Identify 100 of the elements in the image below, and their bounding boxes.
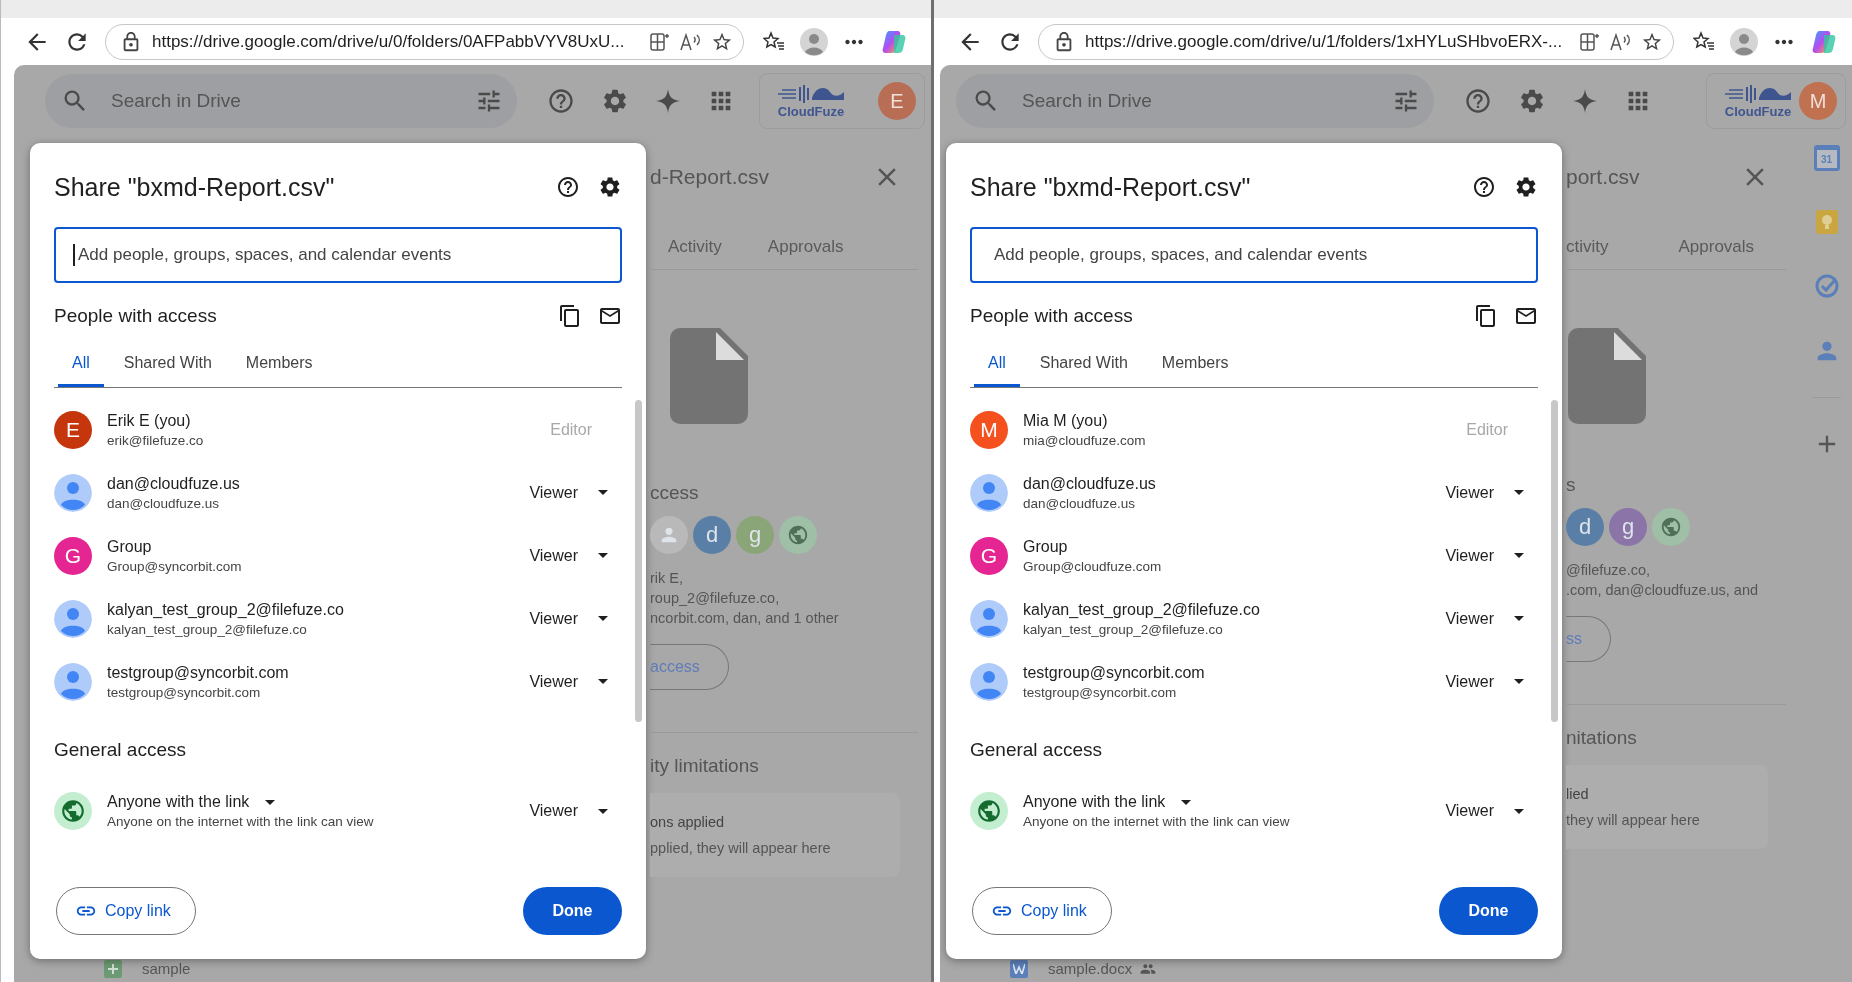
filter-tab[interactable]: Shared With [109, 341, 226, 387]
avatar: d [693, 516, 731, 554]
avatar: g [736, 516, 774, 554]
person-name: dan@cloudfuze.us [1023, 474, 1157, 493]
copy-link-button[interactable]: Copy link [56, 887, 196, 935]
person-name: testgroup@syncorbit.com [1023, 663, 1206, 682]
person-name: dan@cloudfuze.us [107, 474, 241, 493]
split-screen-icon[interactable] [649, 31, 669, 52]
person-email: kalyan_test_group_2@filefuze.co [1023, 621, 1224, 637]
logo-text: CloudFuze [777, 103, 845, 119]
person-name: Erik E (you) [107, 411, 192, 430]
file-name[interactable]: sample.docx [1048, 961, 1133, 977]
role-dropdown[interactable]: Viewer [529, 796, 608, 826]
card-title: ons applied [650, 814, 726, 830]
avatar [54, 662, 92, 701]
person-email: dan@cloudfuze.us [1023, 495, 1137, 511]
caret-icon [598, 553, 608, 558]
logo-icon [1723, 83, 1793, 104]
scrollbar[interactable] [1551, 400, 1558, 722]
spreadsheet-icon [104, 960, 122, 978]
role-dropdown[interactable]: Viewer [1445, 666, 1524, 697]
settings-icon[interactable] [1514, 175, 1538, 199]
panel-title: port.csv [1566, 165, 1641, 189]
caret-icon [1514, 616, 1524, 621]
help-icon[interactable] [1472, 175, 1496, 199]
person-email: kalyan_test_group_2@filefuze.co [107, 621, 308, 637]
section-heading: ccess [650, 482, 700, 504]
person-email: testgroup@syncorbit.com [107, 684, 262, 700]
section-heading: People with access [54, 305, 218, 327]
access-scope-dropdown[interactable]: Anyone with the link [107, 793, 276, 811]
sparkle-icon[interactable] [1572, 88, 1598, 114]
sparkle-icon[interactable] [655, 88, 681, 114]
caret-icon [1181, 799, 1192, 805]
access-scope-dropdown[interactable]: Anyone with the link [1023, 793, 1192, 811]
role-dropdown[interactable]: Viewer [1445, 603, 1524, 634]
done-button[interactable]: Done [523, 887, 622, 935]
section-heading: People with access [970, 305, 1134, 327]
card-title: lied [1566, 786, 1590, 802]
access-description: Anyone on the internet with the link can view [107, 814, 375, 829]
avatar: g [1609, 508, 1647, 546]
help-icon[interactable] [556, 175, 580, 199]
role-dropdown[interactable]: Viewer [1445, 477, 1524, 508]
avatar: G [970, 536, 1008, 575]
role-dropdown[interactable]: Viewer [1445, 540, 1524, 571]
filter-tab[interactable]: All [974, 341, 1020, 387]
caret-icon [1514, 679, 1524, 684]
person-email: testgroup@syncorbit.com [1023, 684, 1178, 700]
settings-icon[interactable] [598, 175, 622, 199]
check-circle-icon[interactable] [1813, 273, 1840, 299]
section-heading: General access [54, 739, 187, 761]
section-heading: s [1566, 474, 1577, 496]
role-dropdown[interactable]: Viewer [529, 666, 608, 697]
person-name: kalyan_test_group_2@filefuze.co [1023, 600, 1261, 619]
logo-text: CloudFuze [1724, 103, 1792, 119]
person-name: testgroup@syncorbit.com [107, 663, 290, 682]
section-heading: General access [970, 739, 1103, 761]
avatar: M [970, 410, 1008, 449]
person-name: Mia M (you) [1023, 411, 1109, 430]
person-email: Group@syncorbit.com [107, 558, 243, 574]
filter-tab[interactable]: Members [231, 341, 327, 387]
person-name: Group [107, 537, 153, 556]
avatar: E [54, 410, 92, 449]
file-icon [670, 328, 748, 424]
role-dropdown[interactable]: Viewer [1445, 796, 1524, 826]
dialog-title: Share "bxmd-Report.csv" [970, 172, 1252, 202]
read-aloud-icon[interactable] [1609, 31, 1631, 52]
card-text: they will appear here [1566, 812, 1701, 828]
role-dropdown[interactable]: Viewer [529, 540, 608, 571]
avatar: G [54, 536, 92, 575]
done-button[interactable]: Done [1439, 887, 1538, 935]
role-dropdown[interactable]: Viewer [529, 603, 608, 634]
card-text: pplied, they will appear here [650, 840, 832, 856]
access-summary: @filefuze.co, .com, dan@cloudfuze.us, and [1566, 561, 1760, 600]
scrollbar[interactable] [635, 400, 642, 722]
logo-icon [776, 83, 846, 104]
globe-icon [970, 792, 1008, 830]
filter-tab[interactable]: Shared With [1025, 341, 1142, 387]
access-summary: rik E, roup_2@filefuze.co, ncorbit.com, dan, and 1 other [650, 569, 840, 628]
avatar [970, 599, 1008, 638]
caret-icon [1514, 553, 1524, 558]
role-dropdown[interactable]: Viewer [529, 477, 608, 508]
copy-link-button[interactable]: Copy link [972, 887, 1112, 935]
caret-icon [265, 799, 276, 805]
add-people-field[interactable]: Add people, groups, spaces, and calendar events [54, 227, 622, 283]
add-people-field[interactable]: Add people, groups, spaces, and calendar events [970, 227, 1538, 283]
file-name[interactable]: sample [142, 961, 191, 977]
filter-tab[interactable]: All [58, 341, 104, 387]
caret-icon [598, 808, 608, 814]
copy-icon[interactable] [558, 304, 582, 328]
filter-tab[interactable]: Members [1147, 341, 1243, 387]
avatar [970, 662, 1008, 701]
avatar [54, 473, 92, 512]
access-description: Anyone on the internet with the link can view [1023, 814, 1291, 829]
read-aloud-icon[interactable] [679, 31, 701, 52]
panel-title: d-Report.csv [650, 165, 771, 189]
copy-icon[interactable] [1474, 304, 1498, 328]
caret-icon [598, 679, 608, 684]
person-email: mia@cloudfuze.com [1023, 432, 1147, 448]
avatar: d [1566, 508, 1604, 546]
split-screen-icon[interactable] [1579, 31, 1599, 52]
